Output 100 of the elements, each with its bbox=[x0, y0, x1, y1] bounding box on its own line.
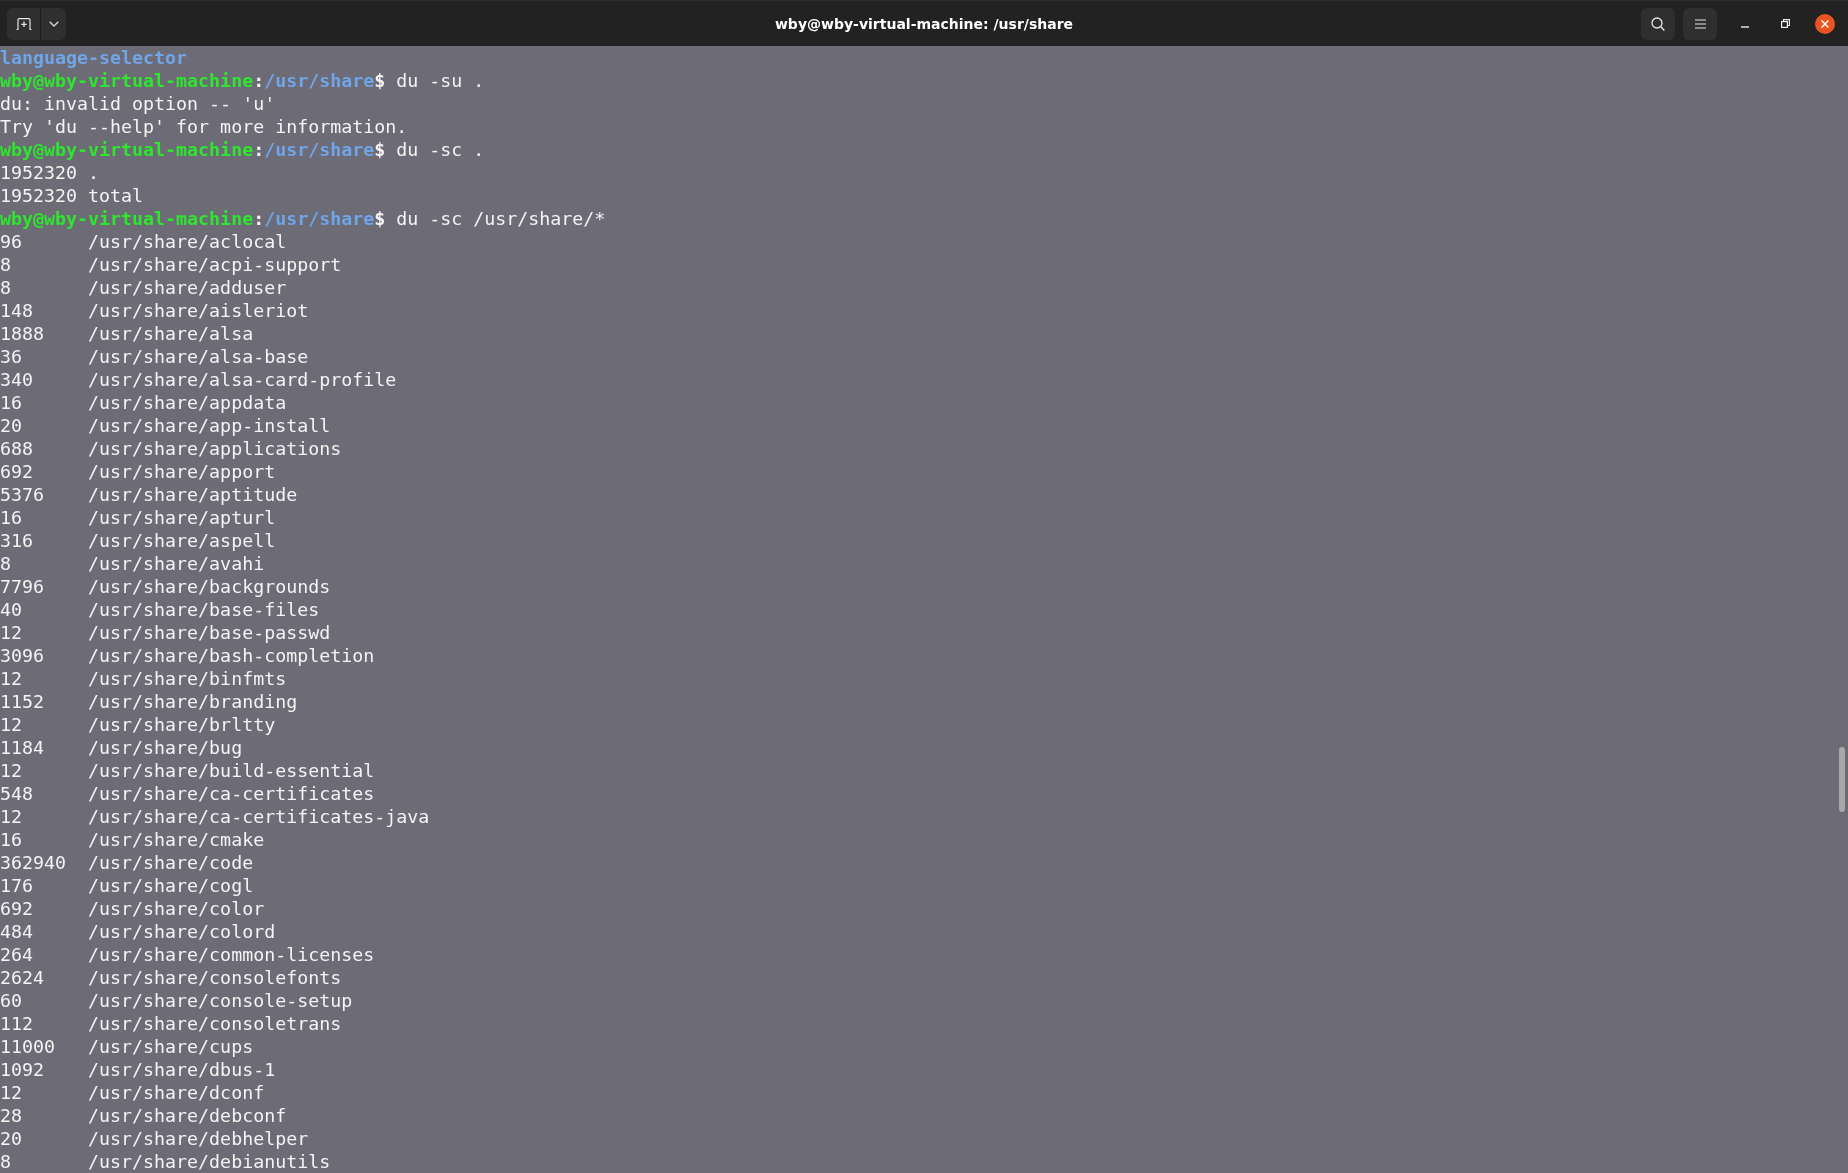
directory-path: /usr/share/aisleriot bbox=[88, 299, 309, 322]
directory-path: /usr/share/common-licenses bbox=[88, 943, 375, 966]
directory-path: /usr/share/alsa-card-profile bbox=[88, 368, 397, 391]
search-icon bbox=[1651, 16, 1665, 31]
disk-usage-size: 362940 bbox=[0, 852, 67, 873]
caret-icon bbox=[48, 20, 59, 27]
window-title: wby@wby-virtual-machine: /usr/share bbox=[774, 15, 1074, 32]
directory-path: /usr/share/alsa bbox=[88, 322, 254, 345]
disk-usage-size: 8 bbox=[0, 1151, 11, 1172]
directory-path: /usr/share/debhelper bbox=[88, 1127, 309, 1150]
directory-path: /usr/share/ca-certificates-java bbox=[88, 805, 430, 828]
disk-usage-size: 1952320 bbox=[0, 185, 78, 206]
directory-path: total bbox=[88, 184, 144, 207]
disk-usage-size: 1152 bbox=[0, 691, 45, 712]
directory-path: /usr/share/aspell bbox=[88, 529, 276, 552]
disk-usage-size: 1092 bbox=[0, 1059, 45, 1080]
disk-usage-size: 316 bbox=[0, 530, 34, 551]
command-text: du -sc /usr/share/* bbox=[396, 207, 606, 230]
menu-button[interactable] bbox=[1683, 7, 1717, 40]
shell-prompt: wby@wby-virtual-machine:/usr/share$ bbox=[0, 207, 386, 230]
disk-usage-size: 11000 bbox=[0, 1036, 56, 1057]
directory-path: /usr/share/applications bbox=[88, 437, 342, 460]
directory-path: /usr/share/consoletrans bbox=[88, 1012, 342, 1035]
directory-path: /usr/share/cmake bbox=[88, 828, 265, 851]
disk-usage-size: 1888 bbox=[0, 323, 45, 344]
directory-path: /usr/share/backgrounds bbox=[88, 575, 331, 598]
directory-path: /usr/share/colord bbox=[88, 920, 276, 943]
disk-usage-size: 96 bbox=[0, 231, 22, 252]
directory-path: /usr/share/bug bbox=[88, 736, 243, 759]
disk-usage-size: 148 bbox=[0, 300, 34, 321]
directory-path: /usr/share/debianutils bbox=[88, 1150, 331, 1173]
directory-path: /usr/share/dbus-1 bbox=[88, 1058, 276, 1081]
disk-usage-size: 20 bbox=[0, 415, 22, 436]
disk-usage-size: 1952320 bbox=[0, 162, 78, 183]
directory-path: /usr/share/appdata bbox=[88, 391, 287, 414]
disk-usage-size: 264 bbox=[0, 944, 34, 965]
menu-icon bbox=[1694, 18, 1706, 29]
disk-usage-size: 20 bbox=[0, 1128, 22, 1149]
output-text: Try 'du --help' for more information. bbox=[0, 115, 408, 138]
disk-usage-size: 112 bbox=[0, 1013, 34, 1034]
directory-path: /usr/share/color bbox=[88, 897, 265, 920]
close-button[interactable] bbox=[1815, 13, 1835, 34]
directory-path: /usr/share/cups bbox=[88, 1035, 254, 1058]
close-icon bbox=[1821, 19, 1829, 28]
directory-path: /usr/share/base-files bbox=[88, 598, 320, 621]
directory-path: /usr/share/apport bbox=[88, 460, 276, 483]
command-text: du -sc . bbox=[396, 138, 485, 161]
directory-path: /usr/share/apturl bbox=[88, 506, 276, 529]
directory-path: /usr/share/adduser bbox=[88, 276, 287, 299]
directory-path: /usr/share/avahi bbox=[88, 552, 265, 575]
disk-usage-size: 548 bbox=[0, 783, 34, 804]
disk-usage-size: 8 bbox=[0, 277, 11, 298]
restore-icon bbox=[1780, 19, 1790, 28]
new-tab-icon bbox=[15, 17, 32, 30]
disk-usage-size: 7796 bbox=[0, 576, 45, 597]
disk-usage-size: 692 bbox=[0, 461, 34, 482]
disk-usage-size: 176 bbox=[0, 875, 34, 896]
directory-path: /usr/share/consolefonts bbox=[88, 966, 342, 989]
directory-name: language-selector bbox=[0, 46, 188, 69]
directory-path: /usr/share/brltty bbox=[88, 713, 276, 736]
command-text: du -su . bbox=[396, 69, 485, 92]
directory-path: /usr/share/cogl bbox=[88, 874, 254, 897]
directory-path: /usr/share/branding bbox=[88, 690, 298, 713]
directory-path: /usr/share/debconf bbox=[88, 1104, 287, 1127]
disk-usage-size: 12 bbox=[0, 1082, 22, 1103]
directory-path: /usr/share/acpi-support bbox=[88, 253, 342, 276]
directory-path: /usr/share/aclocal bbox=[88, 230, 287, 253]
disk-usage-size: 340 bbox=[0, 369, 34, 390]
directory-path: /usr/share/base-passwd bbox=[88, 621, 331, 644]
directory-path: /usr/share/ca-certificates bbox=[88, 782, 375, 805]
minimize-icon bbox=[1741, 25, 1749, 28]
disk-usage-size: 40 bbox=[0, 599, 22, 620]
disk-usage-size: 12 bbox=[0, 714, 22, 735]
disk-usage-size: 60 bbox=[0, 990, 22, 1011]
tab-menu-button[interactable] bbox=[41, 7, 66, 40]
scrollbar-thumb[interactable] bbox=[1839, 747, 1845, 812]
disk-usage-size: 16 bbox=[0, 392, 22, 413]
disk-usage-size: 5376 bbox=[0, 484, 45, 505]
directory-path: /usr/share/aptitude bbox=[88, 483, 298, 506]
disk-usage-size: 8 bbox=[0, 254, 11, 275]
disk-usage-size: 1184 bbox=[0, 737, 45, 758]
disk-usage-size: 12 bbox=[0, 760, 22, 781]
shell-prompt: wby@wby-virtual-machine:/usr/share$ bbox=[0, 69, 386, 92]
disk-usage-size: 28 bbox=[0, 1105, 22, 1126]
disk-usage-size: 36 bbox=[0, 346, 22, 367]
disk-usage-size: 12 bbox=[0, 668, 22, 689]
directory-path: /usr/share/bash-completion bbox=[88, 644, 375, 667]
directory-path: /usr/share/build-essential bbox=[88, 759, 375, 782]
directory-path: /usr/share/binfmts bbox=[88, 667, 287, 690]
disk-usage-size: 12 bbox=[0, 622, 22, 643]
search-button[interactable] bbox=[1641, 7, 1675, 40]
shell-prompt: wby@wby-virtual-machine:/usr/share$ bbox=[0, 138, 386, 161]
directory-path: /usr/share/dconf bbox=[88, 1081, 265, 1104]
directory-path: /usr/share/app-install bbox=[88, 414, 331, 437]
new-tab-button[interactable] bbox=[7, 7, 41, 40]
disk-usage-size: 484 bbox=[0, 921, 34, 942]
disk-usage-size: 8 bbox=[0, 553, 11, 574]
directory-path: /usr/share/code bbox=[88, 851, 254, 874]
disk-usage-size: 2624 bbox=[0, 967, 45, 988]
disk-usage-size: 16 bbox=[0, 507, 22, 528]
